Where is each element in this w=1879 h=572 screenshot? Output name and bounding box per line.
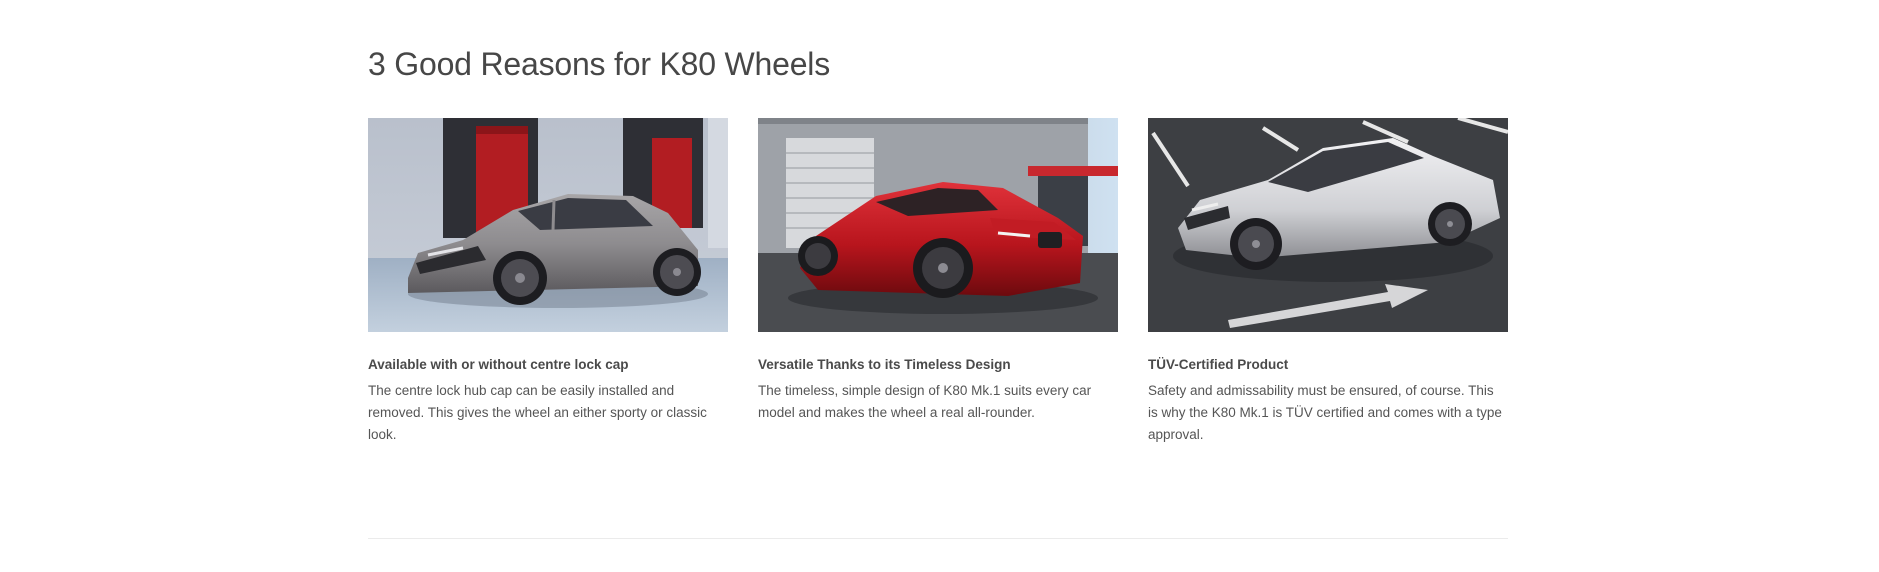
card-description: The timeless, simple design of K80 Mk.1 … [758, 383, 1092, 420]
reason-card: Versatile Thanks to its Timeless Design … [758, 118, 1118, 424]
card-title: Versatile Thanks to its Timeless Design [758, 357, 1011, 372]
car-photo-red-coupe [758, 118, 1118, 332]
section-title: 3 Good Reasons for K80 Wheels [368, 46, 831, 82]
reason-card: Available with or without centre lock ca… [368, 118, 728, 446]
card-title: TÜV-Certified Product [1148, 357, 1289, 372]
car-photo-grey-hatchback [368, 118, 728, 332]
car-photo-white-coupe [1148, 118, 1508, 332]
reasons-cards: Available with or without centre lock ca… [368, 118, 1508, 458]
card-description: Safety and admissability must be ensured… [1148, 383, 1502, 442]
reason-card: TÜV-Certified Product Safety and admissa… [1148, 118, 1508, 446]
card-title: Available with or without centre lock ca… [368, 357, 629, 372]
section-divider [368, 538, 1508, 539]
page: 3 Good Reasons for K80 Wheels Available … [0, 0, 1879, 572]
card-description: The centre lock hub cap can be easily in… [368, 383, 707, 442]
